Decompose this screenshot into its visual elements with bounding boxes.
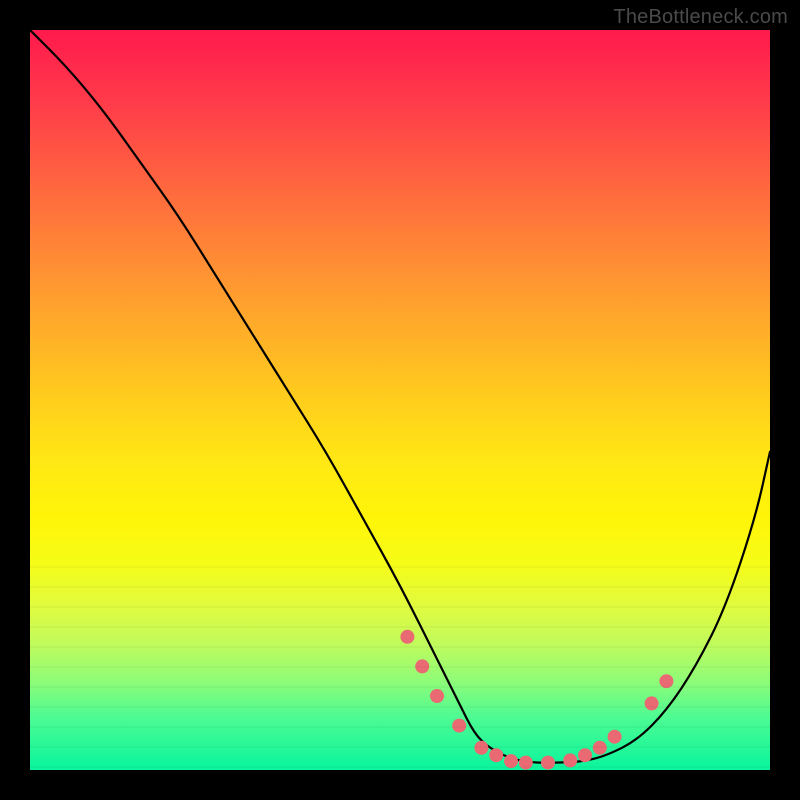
highlight-dot [452,719,466,733]
plot-area [30,30,770,770]
highlight-dot [645,696,659,710]
watermark-text: TheBottleneck.com [613,6,788,29]
highlight-dot [519,756,533,770]
highlight-dots [400,630,673,770]
highlight-dot [400,630,414,644]
highlight-dot [474,741,488,755]
highlight-dot [489,748,503,762]
highlight-dot [415,659,429,673]
highlight-dot [608,730,622,744]
curve-svg [30,30,770,770]
highlight-dot [659,674,673,688]
highlight-dot [541,756,555,770]
highlight-dot [504,754,518,768]
chart-frame: TheBottleneck.com [0,0,800,800]
highlight-dot [563,753,577,767]
bottleneck-curve [30,30,770,763]
highlight-dot [578,748,592,762]
highlight-dot [430,689,444,703]
highlight-dot [593,741,607,755]
